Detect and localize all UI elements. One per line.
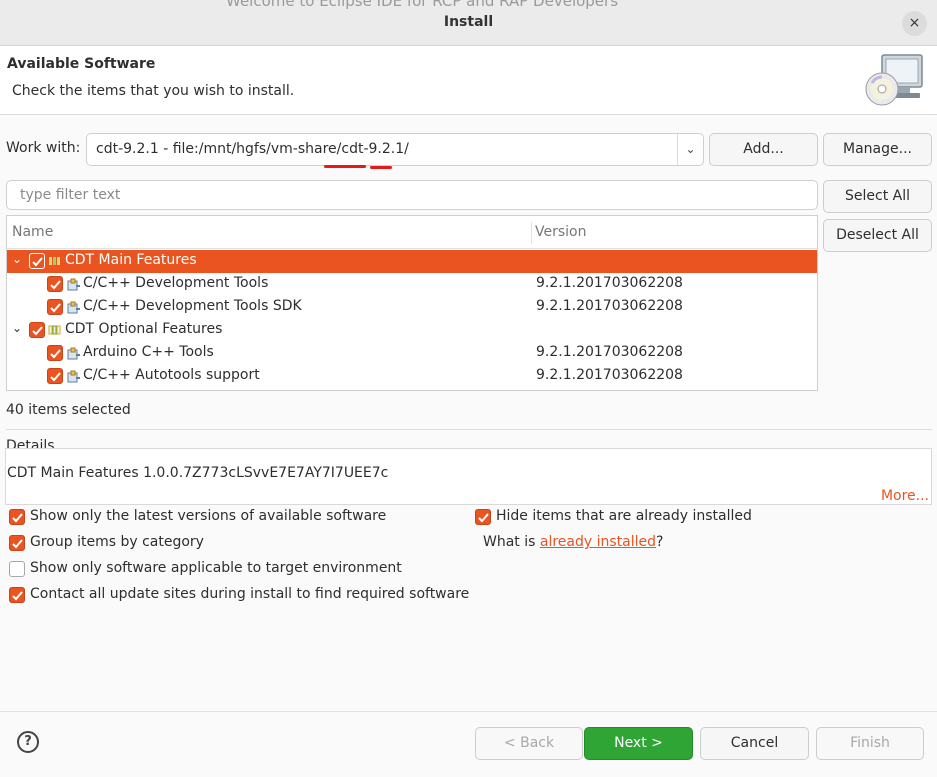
tree-header: Name Version (7, 216, 817, 249)
option-label: Group items by category (30, 534, 204, 550)
what-is-installed: What is already installed? (483, 534, 663, 550)
row-version: 9.2.1.201703062208 (536, 275, 683, 291)
window-title: Install (443, 14, 494, 30)
row-version: 9.2.1.201703062208 (536, 344, 683, 360)
checkbox[interactable] (9, 587, 25, 603)
checkbox[interactable] (9, 561, 25, 577)
software-tree[interactable]: Name Version ⌄ CDT Main Features C/C++ D… (6, 215, 818, 391)
page-subtitle: Check the items that you wish to install… (12, 83, 295, 99)
filter-input[interactable]: type filter text (6, 180, 818, 210)
feature-group-icon (49, 257, 60, 265)
what-is-prefix: What is (483, 534, 540, 550)
column-version-header[interactable]: Version (535, 224, 586, 240)
back-button[interactable]: < Back (475, 727, 583, 760)
cancel-button[interactable]: Cancel (700, 727, 809, 760)
row-checkbox[interactable] (47, 299, 63, 315)
tree-row[interactable]: C/C++ Development Tools SDK 9.2.1.201703… (7, 296, 817, 319)
page-title: Available Software (7, 56, 156, 72)
cd-monitor-icon (865, 54, 923, 106)
plugin-feature-icon (67, 301, 80, 314)
work-with-combo[interactable]: cdt-9.2.1 - file:/mnt/hgfs/vm-share/cdt-… (86, 133, 704, 166)
plugin-feature-icon (67, 347, 80, 360)
tree-row[interactable]: C/C++ Autotools support 9.2.1.2017030622… (7, 365, 817, 388)
close-icon[interactable]: × (902, 11, 927, 36)
work-with-value: cdt-9.2.1 - file:/mnt/hgfs/vm-share/cdt-… (96, 141, 409, 157)
annotation-underline (324, 165, 366, 168)
deselect-all-button[interactable]: Deselect All (823, 219, 932, 252)
row-version: 9.2.1.201703062208 (536, 367, 683, 383)
option-label: Show only software applicable to target … (30, 560, 402, 576)
select-all-button[interactable]: Select All (823, 180, 932, 213)
tree-row[interactable]: ⌄ CDT Main Features (7, 250, 817, 273)
annotation-underline-2 (370, 166, 392, 169)
chevron-down-icon[interactable]: ⌄ (11, 321, 23, 335)
chevron-down-icon[interactable]: ⌄ (677, 134, 703, 165)
finish-button[interactable]: Finish (816, 727, 924, 760)
details-text: CDT Main Features 1.0.0.7Z773cLSvvE7E7AY… (7, 465, 389, 481)
row-checkbox[interactable] (47, 345, 63, 361)
row-name: C/C++ Autotools support (83, 367, 260, 383)
chevron-down-icon[interactable]: ⌄ (11, 252, 23, 266)
manage-button[interactable]: Manage... (823, 133, 932, 166)
help-icon[interactable]: ? (17, 731, 39, 753)
option-label: Contact all update sites during install … (30, 586, 470, 602)
add-button[interactable]: Add... (709, 133, 818, 166)
row-name: CDT Optional Features (65, 321, 223, 337)
checkbox[interactable] (9, 535, 25, 551)
checkbox[interactable] (9, 509, 25, 525)
tree-row[interactable]: C/C++ Development Tools 9.2.1.2017030622… (7, 273, 817, 296)
row-checkbox[interactable] (29, 253, 45, 269)
row-checkbox[interactable] (47, 276, 63, 292)
row-checkbox[interactable] (47, 368, 63, 384)
row-name: CDT Main Features (65, 252, 197, 268)
plugin-feature-icon (67, 370, 80, 383)
row-version: 9.2.1.201703062208 (536, 298, 683, 314)
wizard-header: Available Software Check the items that … (0, 47, 937, 115)
work-with-label: Work with: (6, 140, 81, 156)
feature-group-icon (48, 325, 61, 335)
background-window-text: Welcome to Eclipse IDE for RCP and RAP D… (226, 0, 619, 10)
option-label: Hide items that are already installed (496, 508, 752, 524)
filter-placeholder: type filter text (20, 187, 121, 203)
next-button[interactable]: Next > (584, 727, 693, 760)
window-titlebar: Welcome to Eclipse IDE for RCP and RAP D… (0, 0, 937, 46)
already-installed-link[interactable]: already installed (540, 534, 656, 550)
option-label: Show only the latest versions of availab… (30, 508, 387, 524)
divider (6, 429, 932, 430)
details-panel: CDT Main Features 1.0.0.7Z773cLSvvE7E7AY… (5, 448, 932, 505)
column-separator (531, 222, 532, 244)
tree-row[interactable]: ⌄ CDT Optional Features (7, 319, 817, 342)
column-name-header[interactable]: Name (12, 224, 53, 240)
what-is-suffix: ? (656, 534, 664, 550)
row-name: C/C++ Development Tools SDK (83, 298, 302, 314)
more-link[interactable]: More... (881, 488, 929, 504)
row-name: C/C++ Development Tools (83, 275, 269, 291)
selected-count: 40 items selected (6, 402, 131, 418)
row-checkbox[interactable] (29, 322, 45, 338)
checkbox[interactable] (475, 509, 491, 525)
tree-row[interactable]: Arduino C++ Tools 9.2.1.201703062208 (7, 342, 817, 365)
row-name: Arduino C++ Tools (83, 344, 214, 360)
plugin-feature-icon (67, 278, 80, 291)
